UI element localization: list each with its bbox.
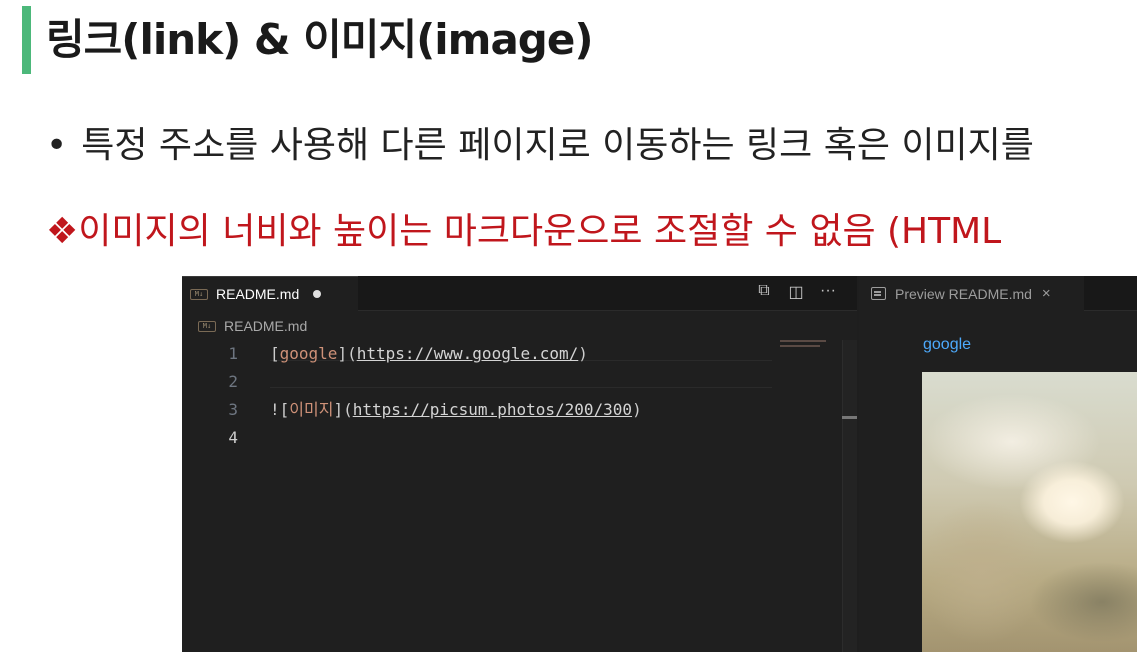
minimap[interactable]: [780, 340, 828, 352]
preview-tab-label: Preview README.md: [895, 285, 1032, 302]
link-url: https://www.google.com/: [356, 344, 579, 363]
markdown-icon: M↓: [190, 288, 208, 300]
note-text: ❖이미지의 너비와 높이는 마크다운으로 조절할 수 없음 (HTML: [46, 211, 1002, 252]
markdown-icon: M↓: [198, 320, 216, 332]
scrollbar-thumb[interactable]: [842, 416, 857, 419]
line-number: 3: [228, 400, 238, 419]
line-number: 1: [228, 344, 238, 363]
vertical-scrollbar[interactable]: [842, 340, 857, 652]
editor-actions: ⧉ ◫ ···: [755, 282, 837, 302]
code-editor[interactable]: 1 [google](https://www.google.com/) 2 3 …: [182, 340, 772, 452]
breadcrumb-file[interactable]: README.md: [224, 318, 307, 334]
more-actions-icon[interactable]: ···: [819, 282, 837, 302]
line-text[interactable]: ![이미지](https://picsum.photos/200/300): [270, 396, 642, 424]
link-label: google: [279, 344, 338, 363]
split-editor-icon[interactable]: ◫: [787, 282, 805, 302]
line-text[interactable]: [google](https://www.google.com/): [270, 340, 588, 368]
editor-pane: M↓ README.md ⧉ ◫ ··· M↓ README.md 1 [goo…: [182, 276, 857, 652]
preview-pane: Preview README.md × google: [859, 276, 1137, 652]
code-line[interactable]: 4: [182, 424, 772, 452]
slide-title: 링크(link) & 이미지(image): [46, 15, 594, 64]
code-line[interactable]: 3 ![이미지](https://picsum.photos/200/300): [182, 396, 772, 424]
close-icon[interactable]: ×: [1042, 285, 1051, 302]
preview-google-link[interactable]: google: [923, 336, 971, 354]
tab-readme[interactable]: M↓ README.md: [182, 276, 358, 311]
code-line[interactable]: 2: [182, 368, 772, 396]
editor-tabbar: M↓ README.md ⧉ ◫ ···: [182, 276, 857, 311]
preview-icon: [871, 287, 886, 300]
bullet-text-content: 특정 주소를 사용해 다른 페이지로 이동하는 링크 혹은 이미지를: [81, 125, 1034, 166]
bullet-text: • 특정 주소를 사용해 다른 페이지로 이동하는 링크 혹은 이미지를: [46, 116, 1034, 168]
open-preview-icon[interactable]: ⧉: [755, 282, 773, 302]
title-accent-bar: [22, 6, 31, 74]
vscode-window: M↓ README.md ⧉ ◫ ··· M↓ README.md 1 [goo…: [182, 276, 1137, 652]
tab-label: README.md: [216, 286, 300, 302]
tab-preview-readme[interactable]: Preview README.md ×: [859, 276, 1084, 311]
image-url: https://picsum.photos/200/300: [352, 400, 633, 419]
preview-tabbar: Preview README.md ×: [859, 276, 1137, 311]
line-number: 4: [228, 428, 238, 447]
line-number: 2: [228, 372, 238, 391]
unsaved-dot-icon[interactable]: [313, 290, 322, 298]
bullet-marker: •: [46, 125, 68, 166]
breadcrumb[interactable]: M↓ README.md: [198, 318, 307, 334]
code-line[interactable]: 1 [google](https://www.google.com/): [182, 340, 772, 368]
image-alt-label: 이미지: [289, 400, 334, 419]
preview-image: [922, 372, 1137, 652]
